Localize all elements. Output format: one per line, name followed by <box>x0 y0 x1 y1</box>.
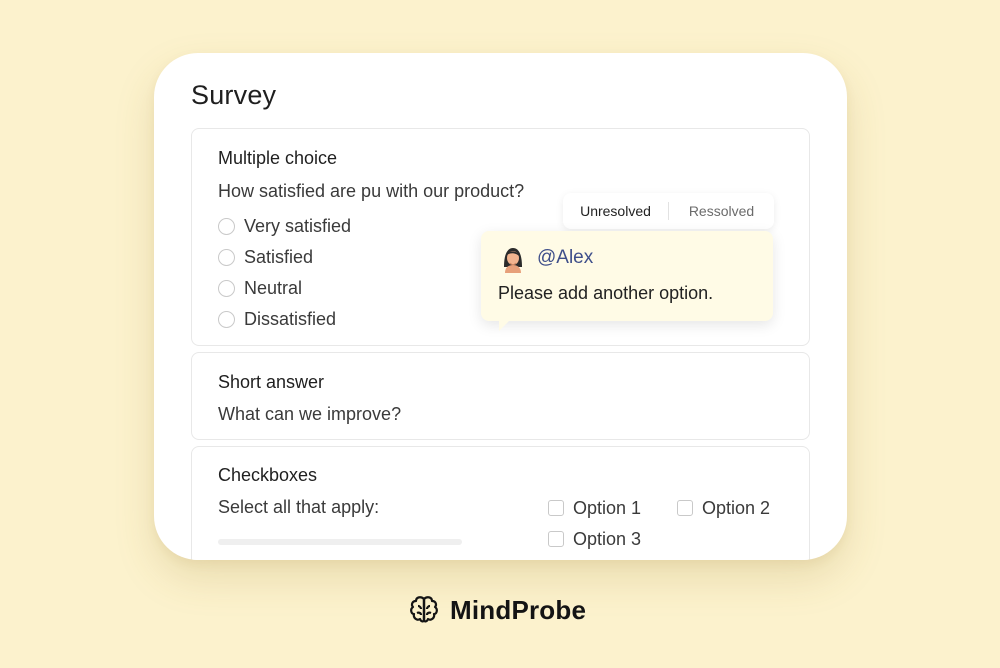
checkboxes-section: Checkboxes Select all that apply: Option… <box>191 446 810 560</box>
question-text: How satisfied are pu with our product? <box>218 181 525 201</box>
checkbox[interactable] <box>548 500 564 516</box>
radio-option-satisfied[interactable]: Satisfied <box>218 246 313 268</box>
section-title: Checkboxes <box>218 465 318 485</box>
avatar <box>504 248 522 273</box>
comment-text: Please add another option. <box>498 283 714 303</box>
short-answer-section: Short answer What can we improve? <box>191 352 810 440</box>
radio-button[interactable] <box>218 217 235 235</box>
question-text: What can we improve? <box>218 404 402 424</box>
radio-label: Satisfied <box>244 246 314 267</box>
question-text: Select all that apply: <box>218 497 380 517</box>
radio-option-dissatisfied[interactable]: Dissatisfied <box>218 308 336 330</box>
radio-option-neutral[interactable]: Neutral <box>218 277 302 299</box>
checkbox-label: Option 2 <box>702 497 771 518</box>
radio-button[interactable] <box>218 279 235 297</box>
survey-card: Survey Multiple choice How satisfied are… <box>154 53 847 560</box>
brain-icon <box>410 596 438 623</box>
checkbox[interactable] <box>677 500 693 516</box>
tab-unresolved[interactable]: Unresolved <box>563 203 668 219</box>
comment-bubble[interactable]: @Alex Please add another option. <box>481 231 773 331</box>
checkbox-label: Option 3 <box>573 528 642 549</box>
tab-resolved[interactable]: Ressolved <box>669 203 774 219</box>
page-title: Survey <box>191 80 277 110</box>
radio-button[interactable] <box>218 310 235 328</box>
brand-logo: MindProbe <box>408 594 586 626</box>
checkbox-option-3[interactable]: Option 3 <box>548 528 641 550</box>
checkbox-option-1[interactable]: Option 1 <box>548 497 641 519</box>
radio-label: Dissatisfied <box>244 308 337 329</box>
comment-tail <box>499 319 511 331</box>
section-title: Short answer <box>218 372 325 392</box>
radio-label: Very satisfied <box>244 215 352 236</box>
section-title: Multiple choice <box>218 148 338 168</box>
brand-name: MindProbe <box>450 594 587 625</box>
radio-button[interactable] <box>218 248 235 266</box>
radio-label: Neutral <box>244 277 303 298</box>
checkbox[interactable] <box>548 531 564 547</box>
comment-mention[interactable]: @Alex <box>537 247 593 269</box>
radio-option-very-satisfied[interactable]: Very satisfied <box>218 215 351 237</box>
answer-placeholder-bar <box>218 539 462 545</box>
comment-status-tabs: Unresolved Ressolved <box>563 193 774 229</box>
checkbox-label: Option 1 <box>573 497 642 518</box>
checkbox-option-2[interactable]: Option 2 <box>677 497 770 519</box>
